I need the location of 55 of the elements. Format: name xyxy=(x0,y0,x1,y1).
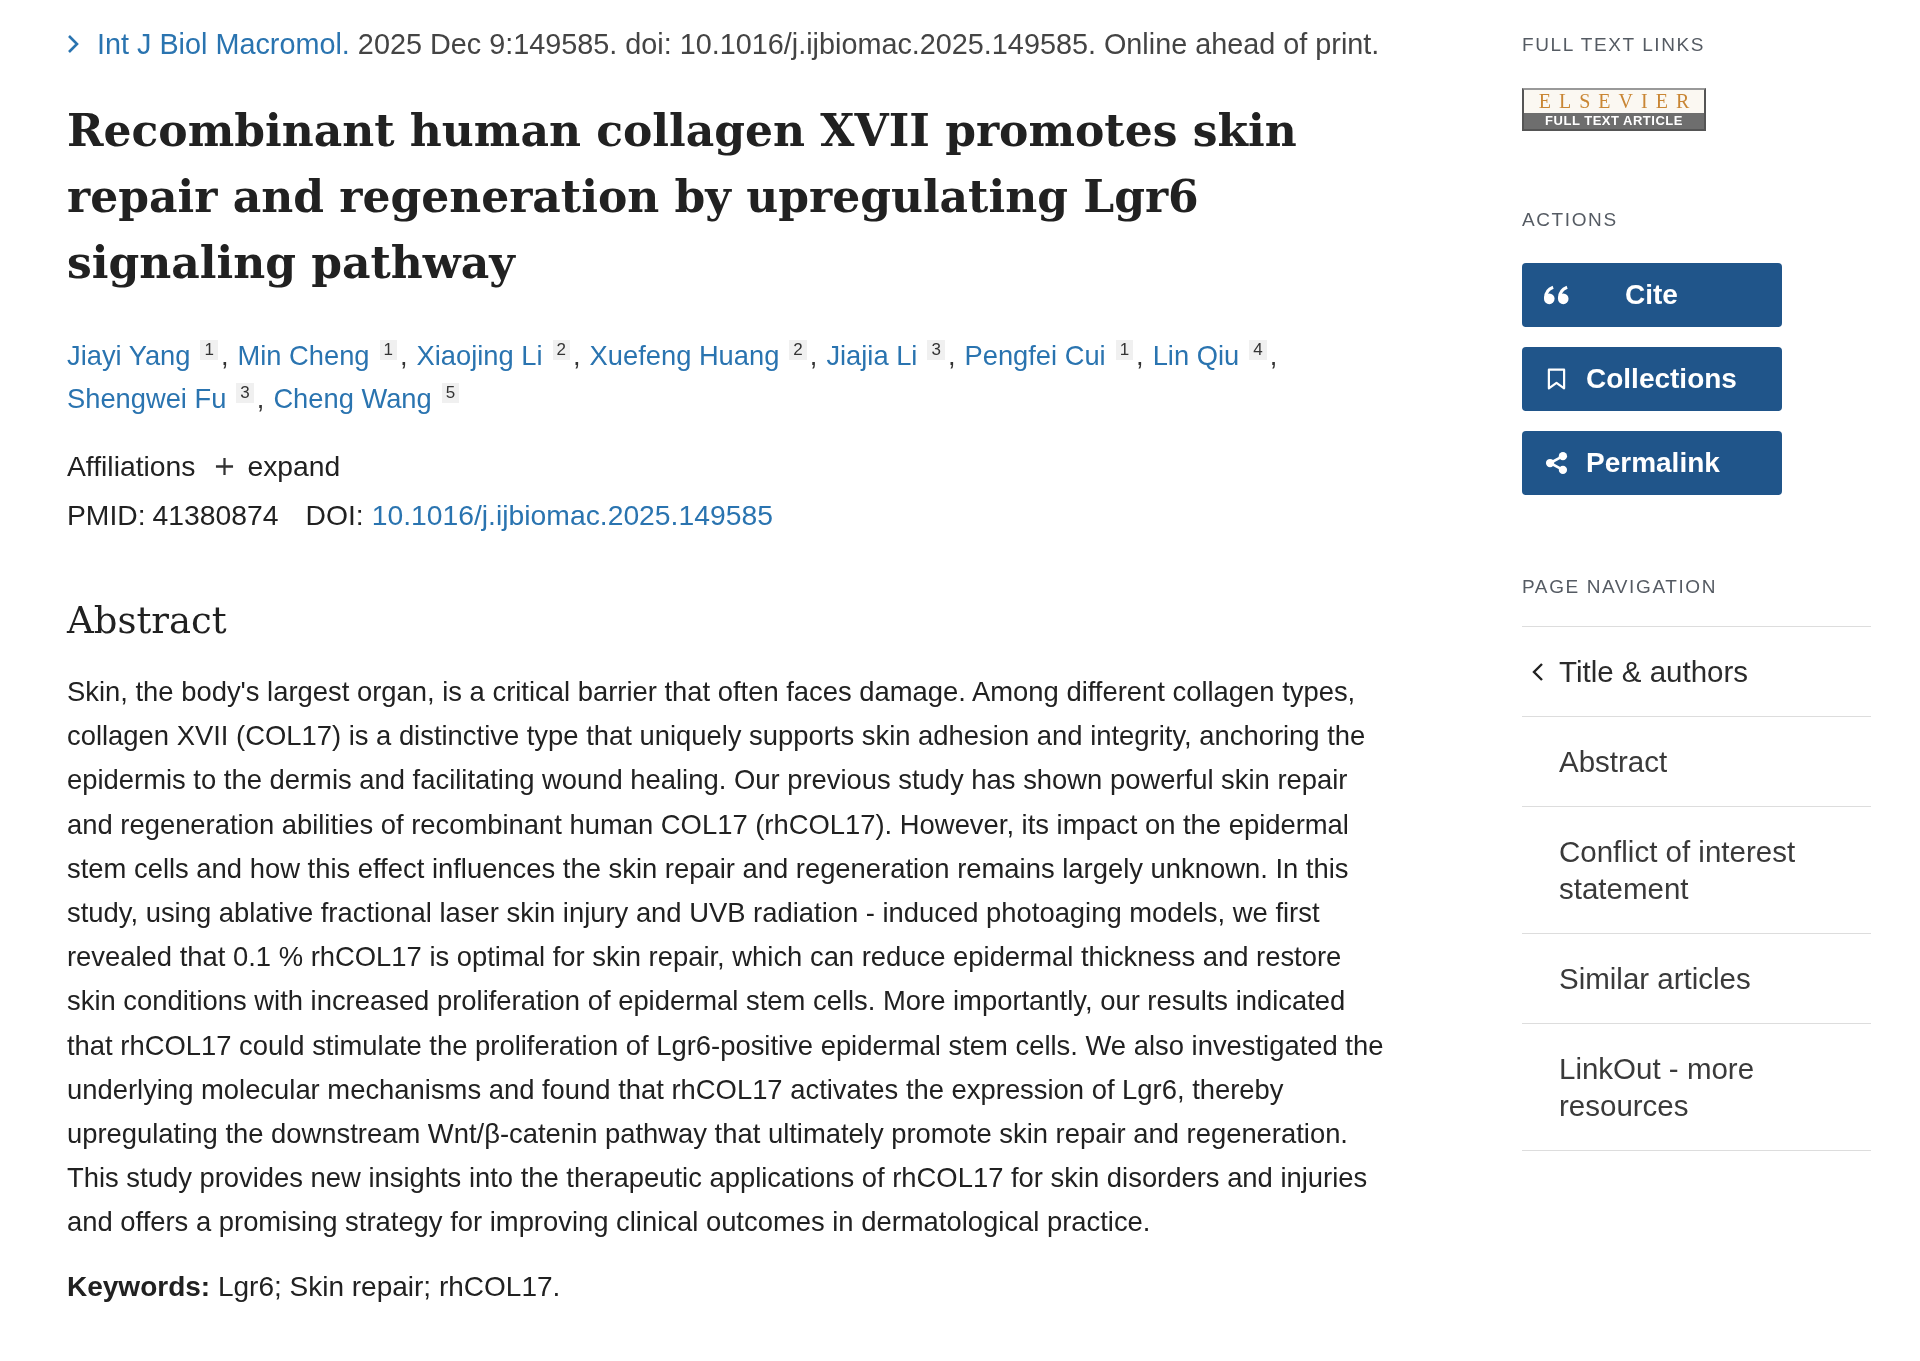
full-text-link[interactable]: ELSEVIER FULL TEXT ARTICLE xyxy=(1522,88,1706,131)
author-link[interactable]: Xuefeng Huang xyxy=(589,340,780,371)
separator-text: , xyxy=(220,340,229,371)
affiliation-button[interactable]: 3 xyxy=(236,383,254,403)
separator-text: , xyxy=(573,340,581,371)
pmid-value: 41380874 xyxy=(152,498,279,532)
author-link[interactable]: Min Cheng xyxy=(237,340,370,371)
author-link[interactable]: Pengfei Cui xyxy=(964,340,1106,371)
affiliation-button[interactable]: 1 xyxy=(379,340,397,360)
section-heading: ACTIONS xyxy=(1522,208,1619,232)
abstract-heading: Abstract xyxy=(67,598,228,644)
separator-text: , xyxy=(947,340,956,371)
permalink-button[interactable]: Permalink xyxy=(1522,431,1782,495)
affiliations-label: Affiliations xyxy=(67,449,196,483)
affiliation-button[interactable]: 5 xyxy=(441,383,460,403)
chevron-right-icon[interactable] xyxy=(67,34,79,54)
affiliation-button[interactable]: 2 xyxy=(789,340,807,360)
collections-button[interactable]: Collections xyxy=(1522,347,1782,411)
affiliation-button[interactable]: 3 xyxy=(927,340,945,360)
expand-button[interactable]: expand xyxy=(215,449,341,483)
separator-text: , xyxy=(1136,340,1144,371)
author-link[interactable]: Xiaojing Li xyxy=(416,340,543,371)
quote-icon xyxy=(1543,284,1570,306)
abstract-text: Skin, the body's largest organ, is a critical barrier that often faces damage. Among different collagen types, collagen XVII (COL17) is a distinctive type that uniquely supports skin adhesion and integrity, anchoring the epidermis to the dermis and facilitating wound healing. Our previous study has shown powerful skin repair and regeneration abilities of recombinant human COL17 (rhCOL17). However, its impact on the epidermal stem cells and how this effect influences the skin repair and regeneration remains largely unknown. In this study, using ablative fractional laser skin injury and UVB radiation - induced photoaging models, we first revealed that 0.1 % rhCOL17 is optimal for skin repair, which can reduce epidermal thickness and restore skin conditions with increased proliferation of epidermal stem cells. More importantly, our results indicated that rhCOL17 could stimulate the proliferation of Lgr6-positive epidermal stem cells. We also investigated the underlying molecular mechanisms and found that rhCOL17 activates the expression of Lgr6, thereby upregulating the downstream Wnt/β-catenin pathway that ultimately promote skin repair and regeneration. This study provides new insights into the therapeutic applications of rhCOL17 for skin disorders and injuries and offers a promising strategy for improving clinical outcomes in dermatological practice. xyxy=(67,675,1385,1240)
author-link[interactable]: Shengwei Fu xyxy=(67,383,227,414)
doi-label: DOI: xyxy=(305,498,364,532)
nav-link[interactable]: Conflict of interest statement xyxy=(1522,807,1871,934)
separator-text: , xyxy=(1269,340,1278,371)
nav-link[interactable]: Abstract xyxy=(1522,717,1871,807)
chevron-left-icon xyxy=(1532,661,1544,682)
affiliation-button[interactable]: 1 xyxy=(1115,340,1134,360)
share-icon xyxy=(1543,452,1570,474)
article-title: Recombinant human collagen XVII promotes skin repair and regeneration by upregulating Lgr6 signaling pathway xyxy=(67,104,1298,290)
separator-text: , xyxy=(809,340,818,371)
nav-link[interactable]: LinkOut - more resources xyxy=(1522,1024,1871,1151)
pmid-label: PMID: xyxy=(67,498,146,532)
author-link[interactable]: Cheng Wang xyxy=(273,383,432,414)
nav-link[interactable]: Title & authors xyxy=(1522,627,1871,717)
affiliation-button[interactable]: 4 xyxy=(1249,340,1267,360)
plus-icon xyxy=(215,456,235,476)
keywords-text: Keywords: Lgr6; Skin repair; rhCOL17. xyxy=(67,1269,562,1304)
affiliation-button[interactable]: 2 xyxy=(552,340,570,360)
section-heading: PAGE NAVIGATION xyxy=(1522,575,1719,599)
separator-text: , xyxy=(400,340,408,371)
author-link[interactable]: Lin Qiu xyxy=(1152,340,1240,371)
author-link[interactable]: Jiayi Yang xyxy=(67,340,191,371)
author-link[interactable]: Jiajia Li xyxy=(826,340,918,371)
section-heading: FULL TEXT LINKS xyxy=(1522,33,1707,57)
affiliation-button[interactable]: 1 xyxy=(200,340,218,360)
nav-link[interactable]: Similar articles xyxy=(1522,934,1871,1024)
citation-text: Int J Biol Macromol. 2025 Dec 9:149585. doi: 10.1016/j.ijbiomac.2025.149585. Online ahead of print. xyxy=(97,27,1380,62)
cite-button[interactable]: Cite xyxy=(1522,263,1782,327)
separator-text: , xyxy=(256,383,265,414)
doi-link[interactable]: 10.1016/j.ijbiomac.2025.149585 xyxy=(371,498,773,532)
journal-link[interactable]: Int J Biol Macromol. xyxy=(97,28,350,60)
